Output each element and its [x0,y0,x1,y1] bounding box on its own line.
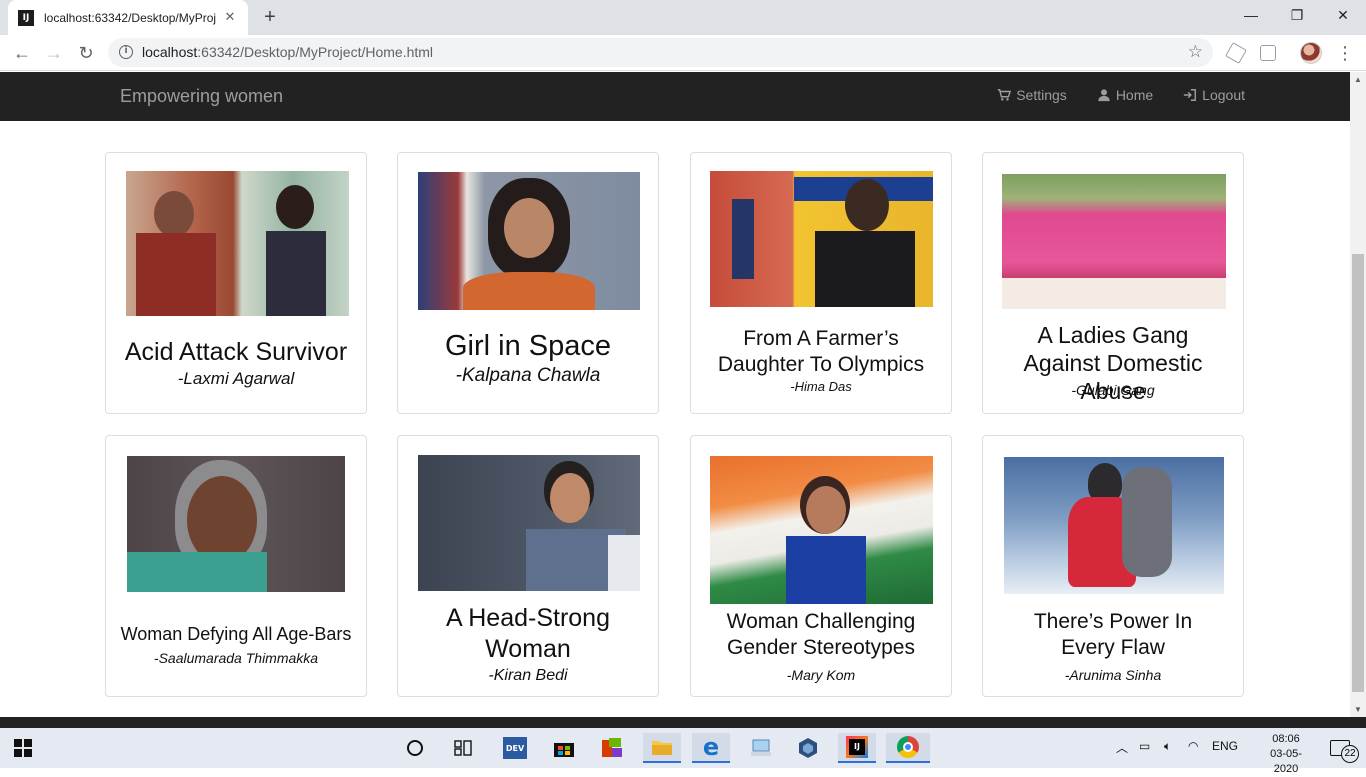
chrome-icon[interactable] [886,733,930,763]
card-kiran-bedi[interactable]: A Head-Strong Woman -Kiran Bedi [397,435,659,697]
cart-icon [998,89,1012,101]
dev-cpp-icon[interactable]: DEV [500,733,530,763]
site-navbar: Empowering women Settings Home Logout [0,72,1350,121]
card-mary-kom[interactable]: Woman Challenging Gender Stereotypes -Ma… [690,435,952,697]
nav-settings-label: Settings [1016,87,1067,103]
card-title: Woman Defying All Age-Bars [120,624,352,644]
nav-home-label: Home [1115,87,1154,103]
language-indicator[interactable]: ENG [1212,739,1238,753]
restore-button[interactable]: ❐ [1274,0,1320,30]
scroll-up-icon[interactable]: ▲ [1354,75,1362,84]
virtualbox-icon[interactable] [793,733,823,763]
card-gulabi-gang[interactable]: A Ladies Gang Against Domestic Abuse -Gu… [982,152,1244,414]
close-window-button[interactable]: ✕ [1320,0,1366,30]
reload-button[interactable]: ↻ [72,39,100,67]
card-title: Acid Attack Survivor [124,338,348,366]
intellij-favicon-icon: IJ [18,9,34,26]
system-clock[interactable]: 08:06 03-05-2020 [1262,732,1310,777]
browser-toolbar: ← → ↻ i localhost:63342/Desktop/MyProjec… [0,35,1366,71]
card-subtitle: -Arunima Sinha [1064,667,1162,683]
card-subtitle: -Saalumarada Thimmakka [153,650,319,666]
battery-icon[interactable]: ▭ [1139,739,1150,753]
intellij-icon[interactable]: IJ [838,733,876,763]
kalpana-chawla-photo [418,172,640,310]
minimize-button[interactable]: — [1228,0,1274,30]
nav-home-link[interactable]: Home [1097,87,1153,103]
tab-title: localhost:63342/Desktop/MyProj [44,10,216,25]
page-scrollbar[interactable]: ▲ ▼ [1350,72,1366,717]
profile-avatar[interactable] [1300,42,1322,64]
url-host: localhost [142,44,198,60]
card-arunima-sinha[interactable]: There’s Power In Every Flaw -Arunima Sin… [982,435,1244,697]
scroll-down-icon[interactable]: ▼ [1354,705,1362,714]
nav-settings-link[interactable]: Settings [997,87,1067,103]
scrollbar-thumb[interactable] [1352,254,1364,692]
laxmi-agarwal-photo [126,171,349,316]
navbar-links: Settings Home Logout [997,87,1245,103]
url-text[interactable]: localhost:63342/Desktop/MyProject/Home.h… [142,44,433,60]
user-icon [1098,89,1110,102]
store-icon[interactable] [549,733,579,763]
arunima-sinha-photo [1004,457,1224,594]
extension-cube-icon[interactable] [1225,42,1247,64]
card-subtitle: -Kiran Bedi [488,667,568,684]
clock-time: 08:06 [1272,733,1300,745]
nav-logout-label: Logout [1202,87,1245,103]
kiran-bedi-photo [418,455,640,591]
browser-tab-strip: IJ localhost:63342/Desktop/MyProj ✕ + — … [0,0,1366,35]
card-subtitle: -Mary Kom [786,667,856,683]
nav-logout-link[interactable]: Logout [1183,87,1245,103]
card-title: Woman Challenging Gender Stereotypes [726,610,916,659]
site-info-icon[interactable]: i [119,45,133,59]
back-button[interactable]: ← [8,39,36,67]
page-viewport: Empowering women Settings Home Logout Ac… [0,72,1350,717]
volume-icon[interactable]: 🔈︎ [1164,739,1171,754]
clock-date: 03-05-2020 [1270,748,1302,775]
tray-chevron-up-icon[interactable]: ︿ [1116,739,1128,756]
notification-count: 22 [1341,745,1359,763]
notifications-icon[interactable]: 22 [1322,733,1359,763]
wifi-icon[interactable]: ◠ [1188,739,1198,753]
card-hima-das[interactable]: From A Farmer’s Daughter To Olympics -Hi… [690,152,952,414]
edge-browser-icon[interactable]: e [692,733,730,763]
card-subtitle: -Gulabi Gang [1071,382,1155,398]
card-kalpana-chawla[interactable]: Girl in Space -Kalpana Chawla [397,152,659,414]
extension-box-icon[interactable] [1260,45,1276,61]
hima-das-photo [710,171,933,307]
office-apps-icon[interactable] [597,733,627,763]
windows-taskbar: DEV e IJ ︿ ▭ 🔈︎ ◠ ENG 08:06 03-05-2020 2… [0,728,1366,775]
url-path: :63342/Desktop/MyProject/Home.html [197,44,434,60]
card-laxmi-agarwal[interactable]: Acid Attack Survivor -Laxmi Agarwal [105,152,367,414]
new-tab-button[interactable]: + [258,6,282,30]
card-saalumarada-thimmakka[interactable]: Woman Defying All Age-Bars -Saalumarada … [105,435,367,697]
windows-start-icon[interactable] [8,733,38,763]
file-explorer-icon[interactable] [643,733,681,763]
card-subtitle: -Laxmi Agarwal [177,369,295,388]
tab-close-icon[interactable]: ✕ [222,9,238,25]
address-bar[interactable]: i localhost:63342/Desktop/MyProject/Home… [108,38,1213,67]
forward-button[interactable]: → [40,39,68,67]
browser-tab[interactable]: IJ localhost:63342/Desktop/MyProj ✕ [8,0,248,35]
network-pc-icon[interactable] [746,733,776,763]
card-title: From A Farmer’s Daughter To Olympics [717,327,925,376]
mary-kom-photo [710,456,933,604]
card-title: Girl in Space [444,330,611,362]
bookmark-star-icon[interactable]: ☆ [1188,42,1203,62]
card-title: A Head-Strong Woman [446,604,610,663]
page-footer [0,717,1366,728]
card-subtitle: -Kalpana Chawla [455,365,601,386]
card-title: There’s Power In Every Flaw [1033,610,1193,659]
task-view-icon[interactable] [448,733,478,763]
search-circle-icon[interactable] [400,733,430,763]
site-brand[interactable]: Empowering women [120,86,283,107]
gulabi-gang-photo [1002,174,1226,309]
saalumarada-thimmakka-photo [127,456,345,592]
browser-menu-icon[interactable]: ⋮ [1335,42,1355,64]
logout-icon [1184,89,1197,101]
card-subtitle: -Hima Das [790,379,852,394]
